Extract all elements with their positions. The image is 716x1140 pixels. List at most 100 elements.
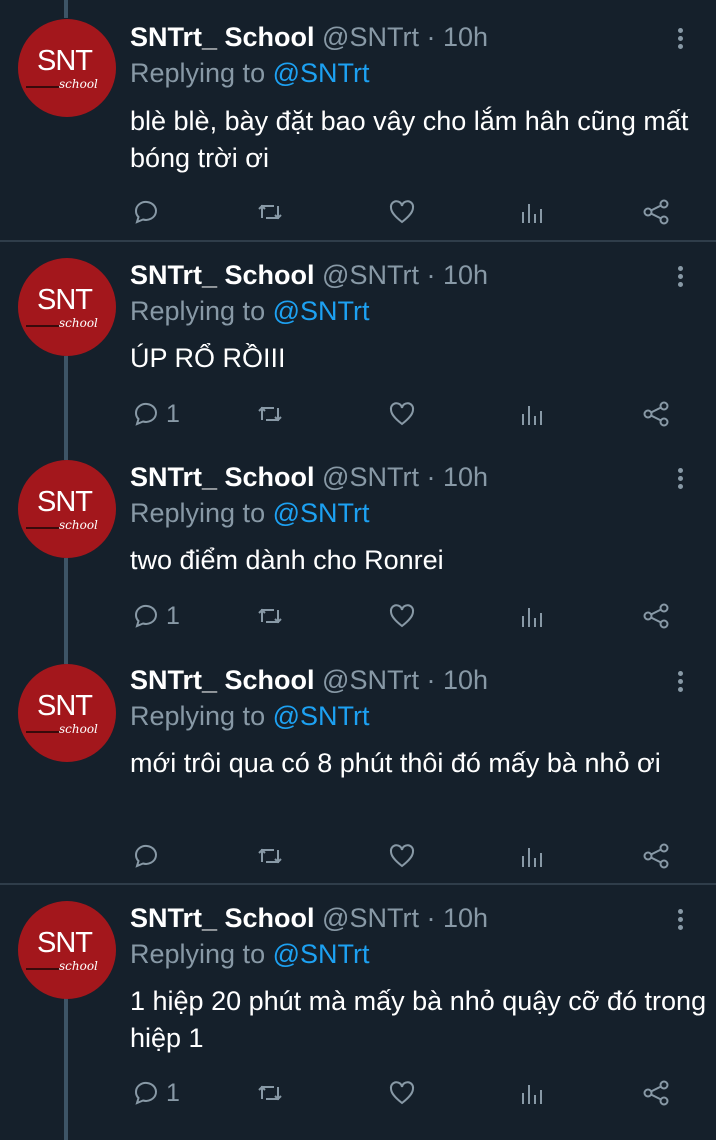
replying-to: Replying to @SNTrt xyxy=(130,498,370,529)
share-button[interactable] xyxy=(642,1078,670,1108)
avatar[interactable]: SNT school xyxy=(18,19,116,117)
timestamp[interactable]: · 10h xyxy=(426,260,488,290)
timestamp[interactable]: · 10h xyxy=(426,665,488,695)
analytics-icon xyxy=(522,406,542,425)
tweet-text: two điểm dành cho Ronrei xyxy=(130,545,444,575)
share-button[interactable] xyxy=(642,601,670,631)
tweet[interactable]: SNT school SNTrt_ School @SNTrt · 10h Re… xyxy=(0,242,716,444)
display-name[interactable]: SNTrt_ School xyxy=(130,903,315,933)
reply-icon xyxy=(134,200,157,224)
mention-link[interactable]: @SNTrt xyxy=(273,939,370,969)
retweet-button[interactable] xyxy=(256,601,284,631)
retweet-button[interactable] xyxy=(256,841,284,871)
avatar[interactable]: SNT school xyxy=(18,664,116,762)
tweet-header: SNTrt_ School @SNTrt · 10h xyxy=(130,665,488,696)
more-icon[interactable] xyxy=(670,26,690,56)
user-handle[interactable]: @SNTrt xyxy=(322,665,419,695)
display-name[interactable]: SNTrt_ School xyxy=(130,22,315,52)
avatar[interactable]: SNT school xyxy=(18,901,116,999)
share-icon xyxy=(643,843,669,869)
analytics-button[interactable] xyxy=(518,601,546,631)
analytics-button[interactable] xyxy=(518,399,546,429)
avatar-logo-stroke xyxy=(26,968,60,970)
share-icon xyxy=(643,199,669,225)
reply-icon xyxy=(134,1081,157,1105)
tweet-header: SNTrt_ School @SNTrt · 10h xyxy=(130,260,488,291)
replying-label: Replying to xyxy=(130,498,266,528)
more-icon[interactable] xyxy=(670,466,690,496)
timestamp[interactable]: · 10h xyxy=(426,22,488,52)
like-icon xyxy=(389,200,415,224)
user-handle[interactable]: @SNTrt xyxy=(322,462,419,492)
avatar-logo-text: SNT xyxy=(37,45,93,77)
tweet[interactable]: SNT school SNTrt_ School @SNTrt · 10h Re… xyxy=(0,444,716,646)
share-button[interactable] xyxy=(642,841,670,871)
retweet-icon xyxy=(258,1085,282,1101)
like-button[interactable] xyxy=(388,197,416,227)
retweet-icon xyxy=(258,406,282,422)
like-icon xyxy=(389,1081,415,1105)
tweet[interactable]: SNT school SNTrt_ School @SNTrt · 10h Re… xyxy=(0,885,716,1140)
reply-button[interactable] xyxy=(132,841,166,871)
avatar[interactable]: SNT school xyxy=(18,460,116,558)
avatar-logo-text: SNT xyxy=(37,486,93,518)
timestamp[interactable]: · 10h xyxy=(426,462,488,492)
like-button[interactable] xyxy=(388,399,416,429)
reply-icon xyxy=(134,604,157,628)
mention-link[interactable]: @SNTrt xyxy=(273,58,370,88)
tweet-header: SNTrt_ School @SNTrt · 10h xyxy=(130,462,488,493)
tweet-actions: 1 xyxy=(130,1078,690,1108)
tweet-actions: 1 xyxy=(130,601,690,631)
mention-link[interactable]: @SNTrt xyxy=(273,296,370,326)
tweet-header: SNTrt_ School @SNTrt · 10h xyxy=(130,22,488,53)
avatar-logo-subtext: school xyxy=(59,316,98,330)
reply-count: 1 xyxy=(166,1078,180,1107)
reply-button[interactable]: 1 xyxy=(132,1078,180,1108)
analytics-button[interactable] xyxy=(518,1078,546,1108)
like-icon xyxy=(389,844,415,868)
reply-button[interactable]: 1 xyxy=(132,601,180,631)
avatar[interactable]: SNT school xyxy=(18,258,116,356)
more-icon[interactable] xyxy=(670,264,690,294)
retweet-icon xyxy=(258,848,282,864)
retweet-button[interactable] xyxy=(256,197,284,227)
avatar-logo-subtext: school xyxy=(59,77,98,91)
tweet[interactable]: SNT school SNTrt_ School @SNTrt · 10h Re… xyxy=(0,646,716,883)
like-button[interactable] xyxy=(388,1078,416,1108)
timestamp[interactable]: · 10h xyxy=(426,903,488,933)
display-name[interactable]: SNTrt_ School xyxy=(130,462,315,492)
like-icon xyxy=(389,604,415,628)
replying-label: Replying to xyxy=(130,58,266,88)
retweet-button[interactable] xyxy=(256,399,284,429)
avatar-logo-stroke xyxy=(26,86,60,88)
replying-to: Replying to @SNTrt xyxy=(130,58,370,89)
mention-link[interactable]: @SNTrt xyxy=(273,498,370,528)
analytics-button[interactable] xyxy=(518,197,546,227)
user-handle[interactable]: @SNTrt xyxy=(322,260,419,290)
share-button[interactable] xyxy=(642,399,670,429)
tweet-actions: 1 xyxy=(130,399,690,429)
more-icon[interactable] xyxy=(670,669,690,699)
avatar-logo-subtext: school xyxy=(59,959,98,973)
display-name[interactable]: SNTrt_ School xyxy=(130,665,315,695)
reply-button[interactable] xyxy=(132,197,166,227)
more-icon[interactable] xyxy=(670,907,690,937)
display-name[interactable]: SNTrt_ School xyxy=(130,260,315,290)
share-icon xyxy=(643,401,669,427)
user-handle[interactable]: @SNTrt xyxy=(322,22,419,52)
reply-button[interactable]: 1 xyxy=(132,399,180,429)
share-button[interactable] xyxy=(642,197,670,227)
like-button[interactable] xyxy=(388,601,416,631)
avatar-logo-text: SNT xyxy=(37,927,93,959)
analytics-icon xyxy=(522,1085,542,1104)
like-button[interactable] xyxy=(388,841,416,871)
replying-to: Replying to @SNTrt xyxy=(130,296,370,327)
user-handle[interactable]: @SNTrt xyxy=(322,903,419,933)
mention-link[interactable]: @SNTrt xyxy=(273,701,370,731)
share-icon xyxy=(643,1080,669,1106)
tweet[interactable]: SNT school SNTrt_ School @SNTrt · 10h Re… xyxy=(0,0,716,240)
tweet-text: 1 hiệp 20 phút mà mấy bà nhỏ quậy cỡ đó … xyxy=(130,986,707,1053)
analytics-button[interactable] xyxy=(518,841,546,871)
avatar-logo-subtext: school xyxy=(59,722,98,736)
retweet-button[interactable] xyxy=(256,1078,284,1108)
